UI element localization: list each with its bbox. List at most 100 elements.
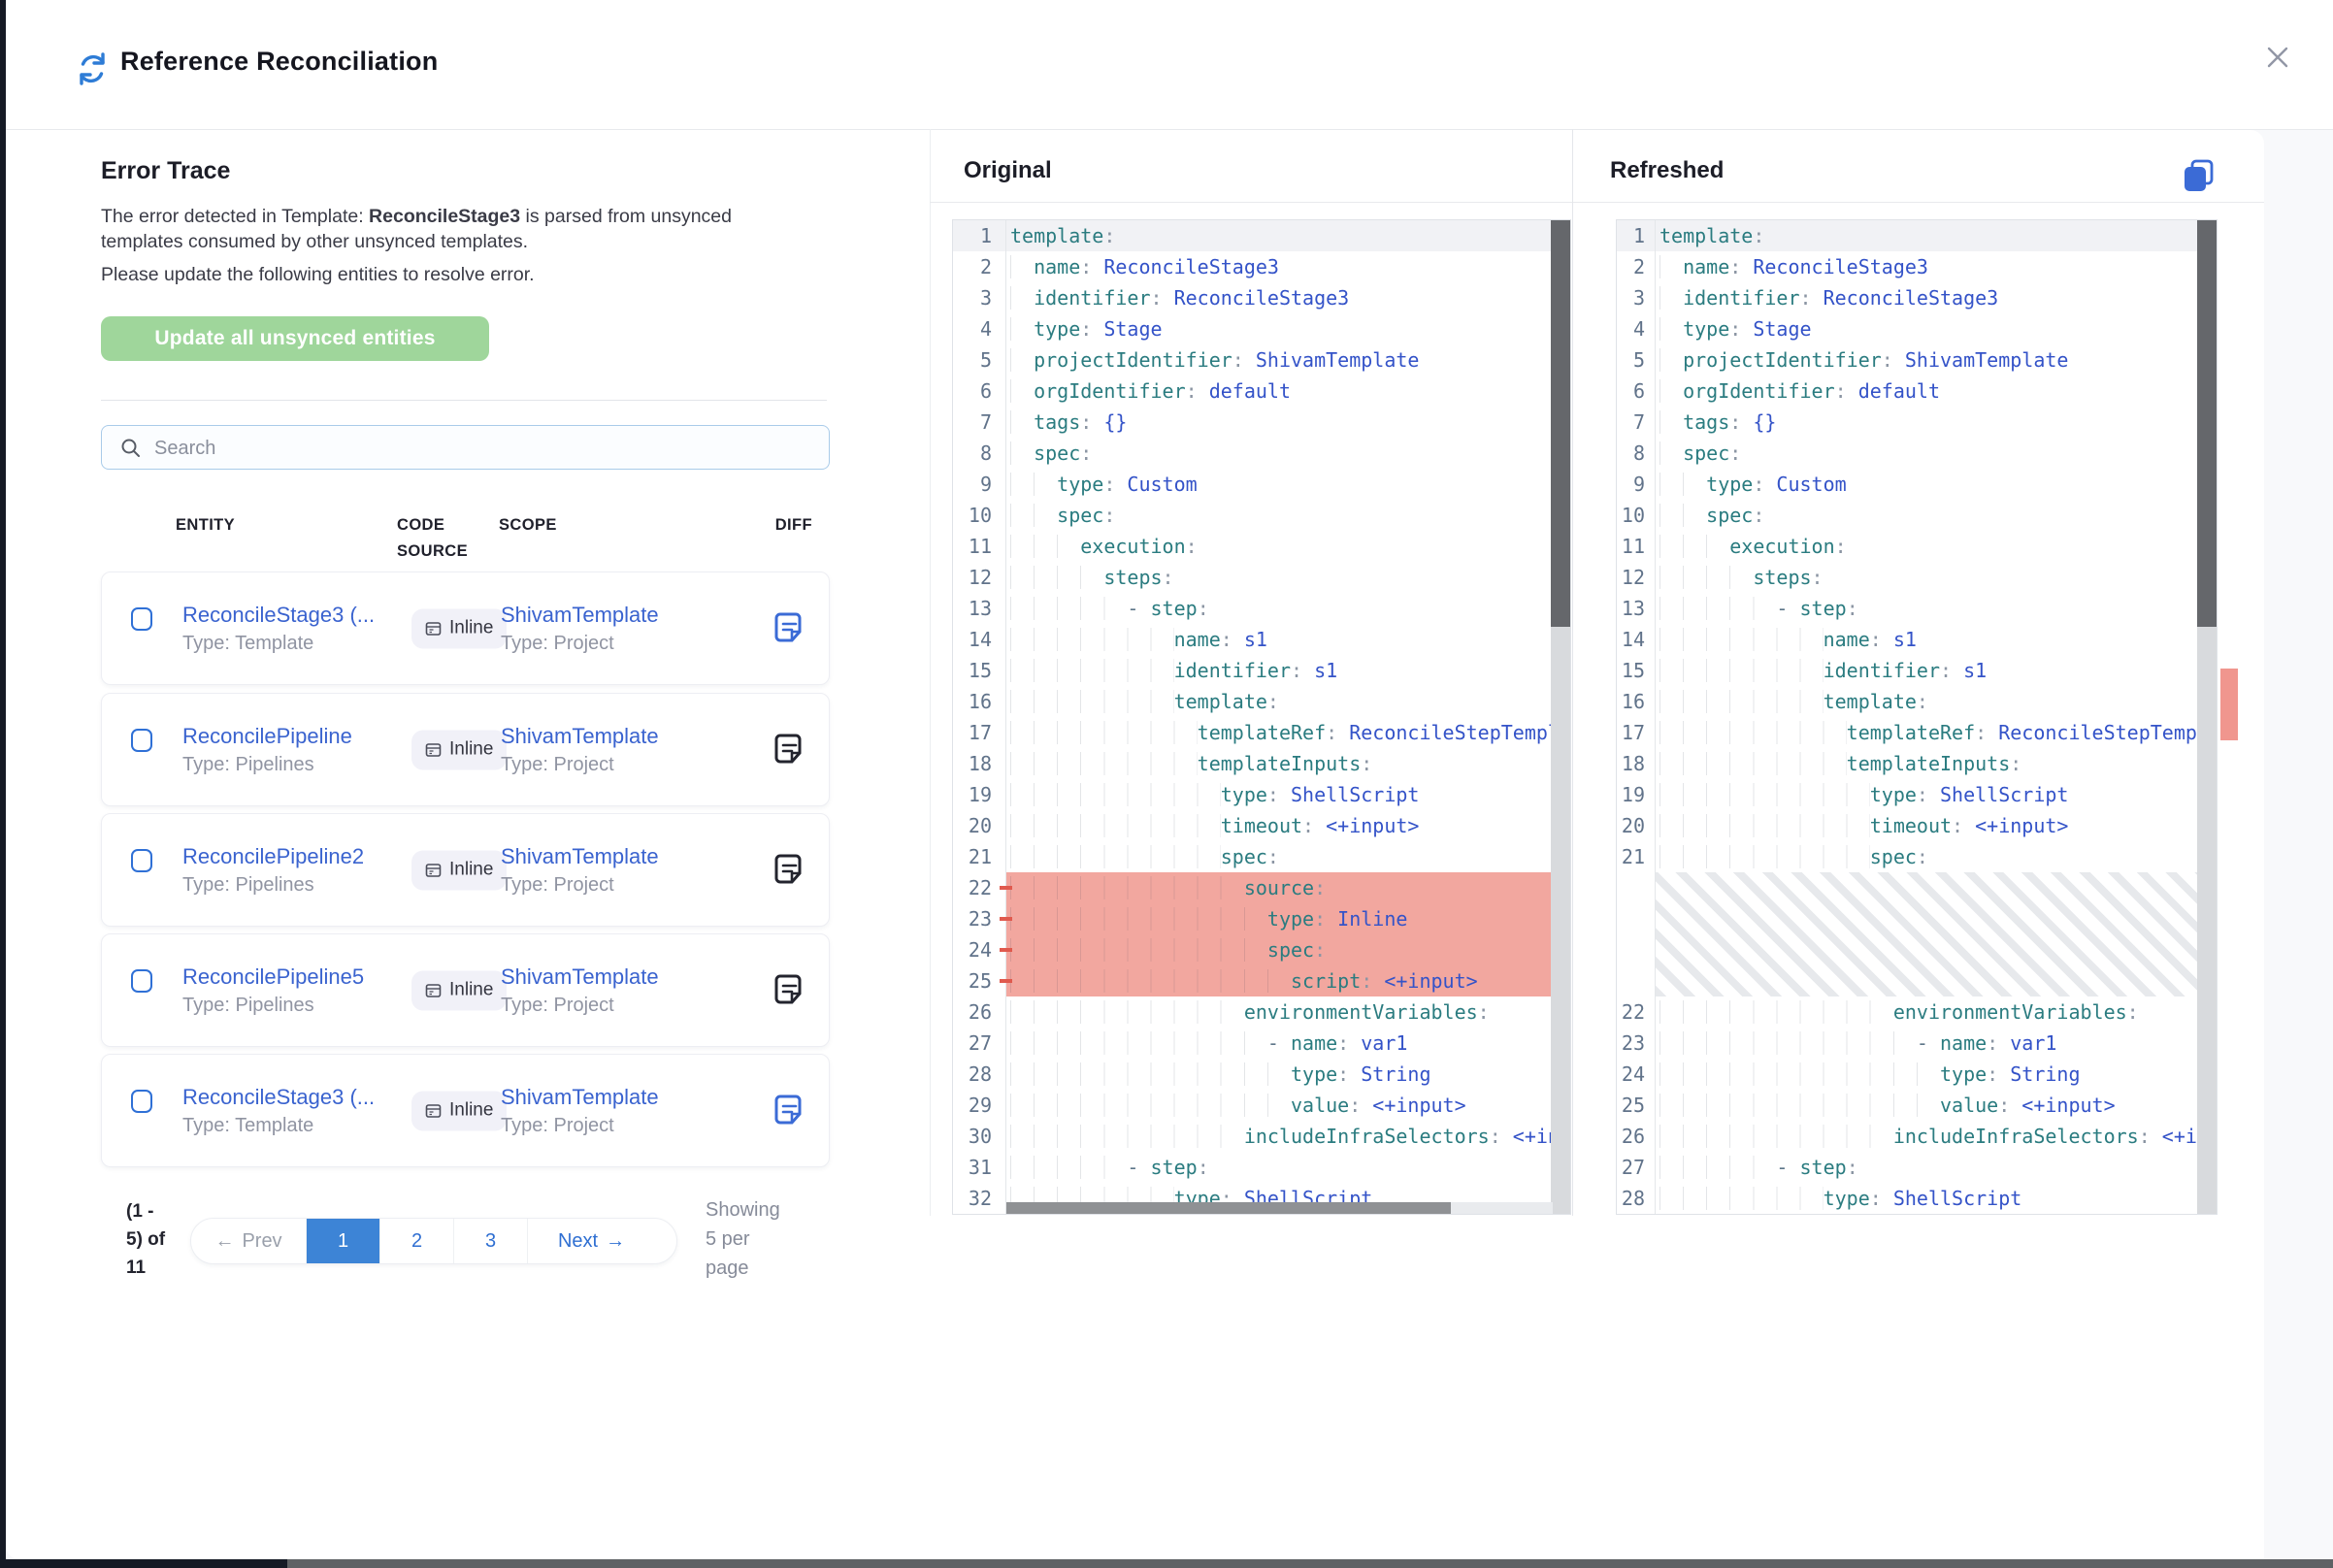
entity-link[interactable]: ReconcilePipeline2 [182,844,364,869]
next-button[interactable]: Next→ [528,1219,655,1263]
row-checkbox[interactable] [131,729,152,752]
removed-line-marker [1000,979,1012,983]
entity-cell: ReconcilePipeline2Type: Pipelines [182,814,364,926]
row-checkbox[interactable] [131,849,152,872]
diff-overview-removed-marker [2220,669,2238,740]
vertical-scrollbar-thumb[interactable] [1551,220,1570,627]
code-line: - step: [1656,1152,2199,1183]
scope-link[interactable]: ShivamTemplate [501,844,659,869]
line-number: 28 [953,1059,1005,1090]
entity-link[interactable]: ReconcilePipeline5 [182,964,364,990]
table-row[interactable]: ReconcilePipeline5Type: Pipelines Inline… [101,933,830,1047]
line-number: 21 [1617,841,1655,872]
table-row[interactable]: ReconcileStage3 (... Type: Template Inlin… [101,1054,830,1167]
line-number: 19 [1617,779,1655,810]
scope-cell: ShivamTemplate Type: Project [501,934,659,1046]
entity-link[interactable]: ReconcilePipeline [182,724,352,749]
copy-icon [2180,155,2218,194]
code-line: environmentVariables: [1656,996,2199,1028]
close-button[interactable] [2261,41,2294,74]
scope-cell: ShivamTemplateType: Project [501,814,659,926]
scope-type-label: Type: Project [501,995,659,1017]
diff-icon-button[interactable] [770,851,808,890]
pagination: ←Prev 123 Next→ [190,1218,677,1264]
line-number: 18 [1617,748,1655,779]
code-line: steps: [1006,562,1553,593]
code-line: type: Stage [1006,313,1553,344]
vertical-scrollbar[interactable] [1551,220,1570,1214]
code-line: type: Custom [1006,469,1553,500]
entity-cell: ReconcilePipelineType: Pipelines [182,694,352,805]
code-line: templateRef: ReconcileStepTempl [1006,717,1553,748]
vertical-scrollbar-thumb[interactable] [2197,220,2217,627]
code-line: tags: {} [1006,407,1553,438]
diff-icon-button[interactable] [770,609,808,648]
code-line: value: <+input> [1006,1090,1553,1121]
line-number: 2 [1617,251,1655,282]
line-number-gutter: 1234567891011121314151617181920212223242… [1617,220,1656,1214]
table-row[interactable]: ReconcilePipeline2Type: Pipelines Inline… [101,813,830,927]
line-number: 24 [953,934,1005,965]
line-number: 17 [1617,717,1655,748]
badge-label: Inline [449,618,493,639]
badge-label: Inline [449,1100,493,1122]
page-button-2[interactable]: 2 [380,1219,454,1263]
line-number: 2 [953,251,1005,282]
refreshed-code-panel[interactable]: 1234567891011121314151617181920212223242… [1616,219,2218,1215]
line-number: 27 [1617,1152,1655,1183]
line-number: 3 [1617,282,1655,313]
row-checkbox[interactable] [131,1090,152,1113]
entity-link[interactable]: ReconcileStage3 (... [182,1085,375,1110]
line-number: 22 [1617,996,1655,1028]
scope-link[interactable]: ShivamTemplate [501,1085,659,1110]
code-area: template: name: ReconcileStage3 identifi… [1656,220,2199,1214]
line-number: 31 [953,1152,1005,1183]
diff-icon-button[interactable] [770,1092,808,1130]
line-number: 29 [953,1090,1005,1121]
update-all-unsynced-button[interactable]: Update all unsynced entities [101,316,489,361]
code-line: spec: [1656,438,2199,469]
diff-icon-button[interactable] [770,971,808,1010]
code-line: name: s1 [1656,624,2199,655]
horizontal-scrollbar[interactable] [1006,1202,1553,1214]
code-line: name: ReconcileStage3 [1006,251,1553,282]
original-panel-label: Original [964,157,1052,184]
page-button-1[interactable]: 1 [307,1219,380,1263]
search-input[interactable] [152,428,816,469]
entity-type-label: Type: Template [182,1115,375,1137]
entity-cell: ReconcileStage3 (... Type: Template [182,1055,375,1166]
close-icon [2261,41,2294,74]
diff-icon-button[interactable] [770,731,808,769]
vertical-scrollbar[interactable] [2197,220,2217,1214]
prev-button[interactable]: ←Prev [191,1219,307,1263]
page-button-3[interactable]: 3 [454,1219,528,1263]
code-line: spec: [1006,934,1553,965]
gutter-gap [1617,872,1655,996]
scope-link[interactable]: ShivamTemplate [501,964,659,990]
code-line: type: ShellScript [1656,779,2199,810]
code-line: name: s1 [1006,624,1553,655]
scope-link[interactable]: ShivamTemplate [501,724,659,749]
line-number: 25 [953,965,1005,996]
window-bottom-bar-dark [0,1559,287,1568]
code-line: spec: [1656,500,2199,531]
line-number: 4 [1617,313,1655,344]
row-checkbox[interactable] [131,607,152,631]
line-number: 23 [1617,1028,1655,1059]
line-number: 8 [1617,438,1655,469]
code-line: execution: [1006,531,1553,562]
copy-button[interactable] [2180,155,2218,194]
code-line: template: [1656,220,2199,251]
line-number: 9 [1617,469,1655,500]
table-row[interactable]: ReconcileStage3 (...Type: Template Inlin… [101,572,830,685]
line-number: 10 [1617,500,1655,531]
table-row[interactable]: ReconcilePipelineType: Pipelines InlineS… [101,693,830,806]
scope-link[interactable]: ShivamTemplate [501,603,659,628]
horizontal-scrollbar-thumb[interactable] [1006,1202,1451,1214]
line-number: 10 [953,500,1005,531]
entity-link[interactable]: ReconcileStage3 (... [182,603,375,628]
row-checkbox[interactable] [131,969,152,993]
error-template-name: ReconcileStage3 [369,206,520,227]
original-code-panel[interactable]: 1234567891011121314151617181920212223242… [952,219,1571,1215]
line-number: 12 [953,562,1005,593]
